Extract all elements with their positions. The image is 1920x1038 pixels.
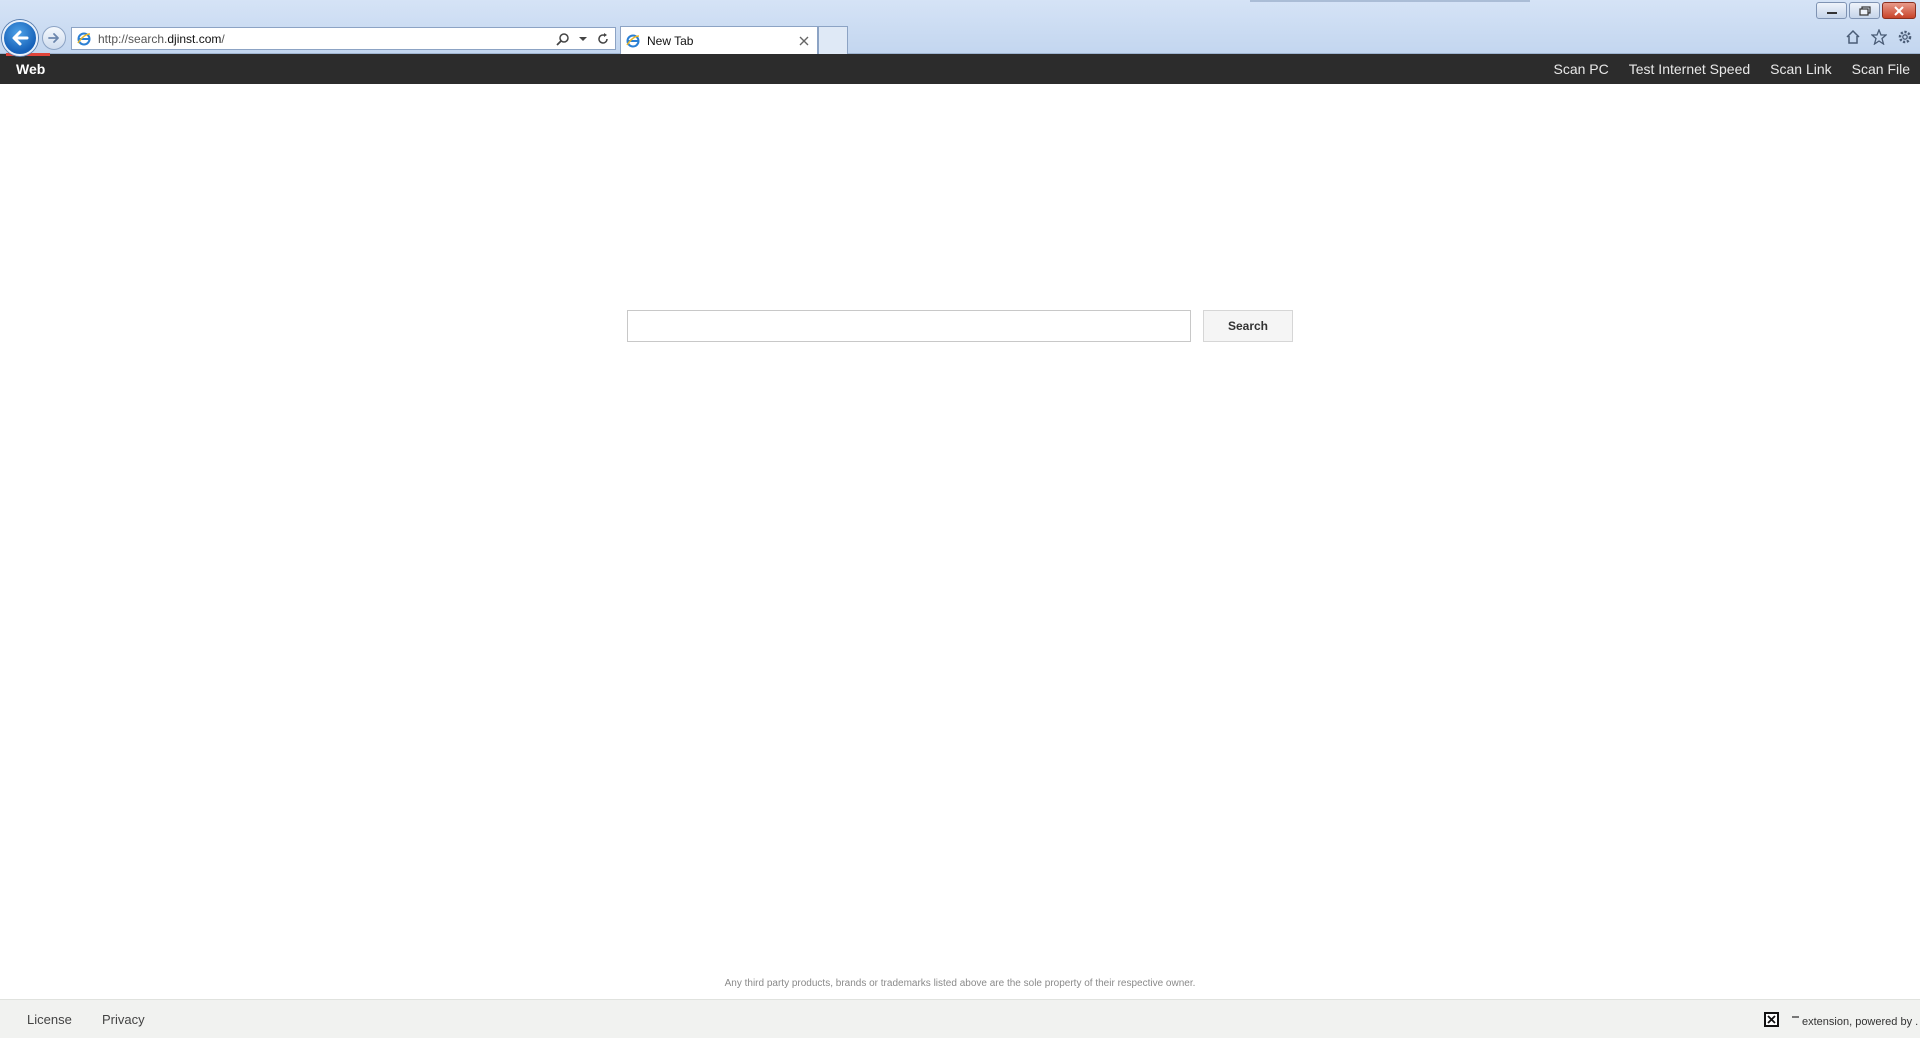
gear-icon[interactable] [1896, 28, 1914, 46]
browser-toolbar: http://search.djinst.com/ New Tab [0, 0, 1920, 56]
url-text[interactable]: http://search.djinst.com/ [98, 32, 555, 46]
search-icon[interactable] [555, 31, 571, 47]
back-button[interactable] [2, 20, 38, 56]
title-bar-strip [1250, 0, 1530, 2]
license-link[interactable]: License [27, 1012, 72, 1027]
home-icon[interactable] [1844, 28, 1862, 46]
restore-button[interactable] [1849, 2, 1880, 19]
new-tab-button[interactable] [818, 26, 848, 54]
nav-link-scan-link[interactable]: Scan Link [1770, 61, 1831, 77]
privacy-link[interactable]: Privacy [102, 1012, 145, 1027]
ie-logo-icon [76, 31, 92, 47]
nav-link-scan-pc[interactable]: Scan PC [1553, 61, 1608, 77]
extension-name-placeholder [1792, 1016, 1799, 1018]
nav-links: Scan PC Test Internet Speed Scan Link Sc… [1533, 54, 1910, 84]
extension-credit[interactable]: extension, powered by . [1802, 1016, 1918, 1028]
star-icon[interactable] [1870, 28, 1888, 46]
nav-link-test-internet-speed[interactable]: Test Internet Speed [1629, 61, 1750, 77]
nav-web-tab[interactable]: Web [16, 61, 45, 77]
forward-arrow-icon [48, 33, 59, 43]
close-icon[interactable] [797, 34, 811, 48]
search-input[interactable] [627, 310, 1191, 342]
extension-logo-icon[interactable] [1764, 1012, 1779, 1027]
tab-label: New Tab [647, 33, 694, 48]
browser-tools [1844, 28, 1914, 46]
top-navbar: Web Scan PC Test Internet Speed Scan Lin… [0, 54, 1920, 84]
tab-new-tab[interactable]: New Tab [620, 26, 818, 54]
restore-icon [1858, 5, 1871, 16]
dropdown-icon[interactable] [575, 31, 591, 47]
minimize-icon [1826, 11, 1837, 14]
trademark-disclaimer: Any third party products, brands or trad… [724, 978, 1196, 989]
search-button[interactable]: Search [1203, 310, 1293, 342]
ie-logo-icon [625, 33, 641, 49]
minimize-button[interactable] [1816, 2, 1847, 19]
back-arrow-icon [12, 30, 29, 46]
refresh-icon[interactable] [595, 31, 611, 47]
window-close-button[interactable] [1882, 2, 1916, 19]
address-bar[interactable]: http://search.djinst.com/ [71, 27, 616, 50]
window-close-icon [1894, 5, 1904, 16]
forward-button[interactable] [42, 26, 66, 50]
nav-link-scan-file[interactable]: Scan File [1852, 61, 1910, 77]
footer-bar: License Privacy extension, powered by . [0, 999, 1920, 1038]
window-controls [1816, 2, 1916, 19]
